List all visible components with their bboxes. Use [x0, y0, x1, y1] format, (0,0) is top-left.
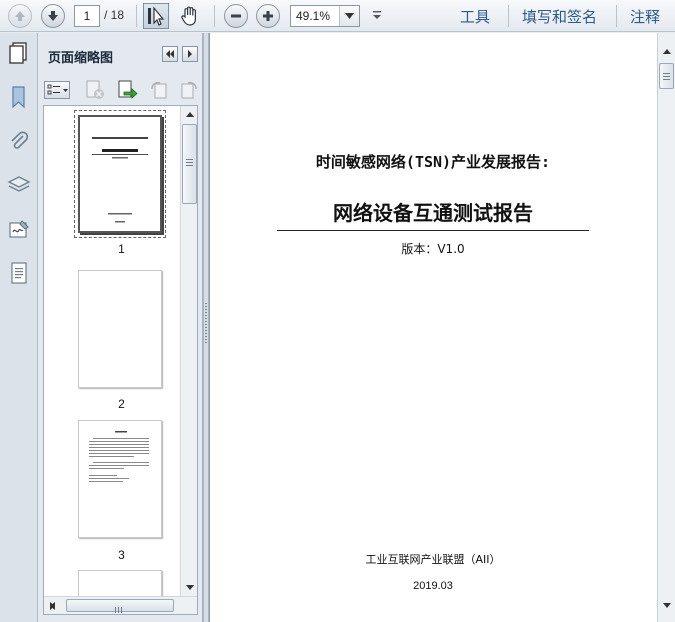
rotate-left-button[interactable] — [148, 79, 170, 101]
panel-toolbar — [38, 77, 203, 103]
scrollbar-thumb[interactable] — [659, 63, 674, 89]
delete-page-button[interactable] — [84, 79, 106, 101]
insert-page-icon — [118, 80, 138, 99]
report-version: 版本：V1.0 — [401, 242, 465, 256]
document-page: 时间敏感网络(TSN)产业发展报告: 网络设备互通测试报告 版本：V1.0 工业… — [209, 33, 657, 622]
document-vertical-scrollbar[interactable] — [657, 33, 675, 622]
thumbnails-list: 1 2 3 — [43, 105, 198, 615]
splitter-grip — [205, 303, 207, 343]
delete-page-icon — [86, 80, 104, 99]
signatures-nav-button[interactable] — [7, 217, 31, 241]
double-chevron-left-icon — [166, 50, 174, 58]
hand-icon — [181, 6, 196, 26]
comment-link[interactable]: 注释 — [630, 6, 660, 27]
scroll-up-arrow-icon[interactable] — [658, 43, 675, 60]
rotate-left-icon — [151, 81, 167, 99]
chevron-right-icon — [188, 50, 192, 58]
arrow-up-icon — [8, 4, 32, 28]
select-tool-button[interactable] — [143, 3, 169, 29]
layers-nav-button[interactable] — [7, 173, 31, 197]
layers-icon — [7, 176, 31, 192]
thumbnail-preview — [92, 137, 148, 223]
panel-title: 页面缩略图 — [48, 51, 114, 66]
next-page-button[interactable] — [41, 4, 65, 28]
fill-and-sign-link[interactable]: 填写和签名 — [522, 6, 597, 27]
hand-tool-button[interactable] — [177, 3, 203, 29]
toolbar-divider — [508, 5, 509, 27]
thumbnails-vertical-scrollbar[interactable] — [180, 106, 197, 596]
panel-header: 页面缩略图 — [38, 33, 203, 75]
scroll-up-arrow-icon[interactable] — [181, 106, 197, 123]
title-underline — [277, 230, 589, 231]
expand-panel-button[interactable] — [182, 46, 198, 62]
navigation-pane — [0, 33, 38, 622]
pdf-reader-window: 1 / 18 49.1% 工具 填写和签名 注释 页面缩略图 1 2 3 时间敏… — [0, 0, 675, 622]
insert-page-button[interactable] — [116, 79, 138, 101]
previous-page-button[interactable] — [8, 4, 32, 28]
paperclip-icon — [11, 131, 29, 149]
thumbnail-number: 3 — [118, 548, 125, 562]
minus-icon — [224, 4, 248, 28]
report-series-title: 时间敏感网络(TSN)产业发展报告: — [315, 153, 551, 171]
thumbnail-page-2[interactable] — [78, 270, 162, 388]
toolbar-options-button[interactable] — [370, 8, 384, 24]
thumbnail-page-3[interactable] — [78, 420, 162, 538]
collapse-panel-button[interactable] — [162, 46, 178, 62]
thumbnails-horizontal-scrollbar[interactable] — [44, 596, 197, 614]
scrollbar-thumb[interactable] — [182, 124, 197, 204]
chevron-down-icon[interactable] — [339, 6, 359, 26]
cursor-icon — [148, 6, 165, 26]
page-thumbnails-panel: 页面缩略图 1 2 3 — [38, 33, 203, 622]
document-icon — [11, 262, 27, 284]
thumbnail-preview — [89, 431, 149, 482]
thumbnail-page-1[interactable] — [78, 115, 162, 233]
report-organization: 工业互联网产业联盟（AII） — [365, 553, 501, 566]
page-total-label: / 18 — [104, 8, 125, 22]
main-toolbar: 1 / 18 49.1% 工具 填写和签名 注释 — [0, 0, 675, 32]
attachments-nav-button[interactable] — [7, 129, 31, 153]
toolbar-divider — [214, 5, 215, 27]
thumbnail-number: 1 — [118, 242, 125, 256]
scroll-right-arrow-icon[interactable] — [44, 597, 61, 614]
page-number-input[interactable]: 1 — [74, 5, 100, 27]
toolbar-divider — [136, 5, 137, 27]
rotate-right-button[interactable] — [178, 79, 200, 101]
zoom-out-button[interactable] — [224, 4, 248, 28]
horizontal-scrollbar-thumb[interactable] — [66, 599, 174, 613]
toolbar-divider — [616, 5, 617, 27]
report-date: 2019.03 — [413, 580, 453, 592]
signature-icon — [9, 220, 29, 238]
zoom-level-value: 49.1% — [296, 9, 331, 23]
report-title: 网络设备互通测试报告 — [333, 201, 533, 225]
options-menu-button[interactable] — [44, 81, 70, 99]
arrow-down-icon — [41, 4, 65, 28]
bookmarks-nav-button[interactable] — [7, 85, 31, 109]
list-options-icon — [47, 84, 68, 95]
plus-icon — [256, 4, 280, 28]
content-nav-button[interactable] — [7, 261, 31, 285]
page-thumbnails-nav-button[interactable] — [7, 41, 31, 65]
bookmark-icon — [12, 86, 25, 109]
rotate-right-icon — [181, 81, 197, 99]
tools-link[interactable]: 工具 — [460, 6, 490, 27]
zoom-in-button[interactable] — [256, 4, 280, 28]
scroll-down-arrow-icon[interactable] — [181, 579, 197, 596]
thumbnail-number: 2 — [118, 397, 125, 411]
dropdown-arrow-icon — [373, 11, 381, 19]
pages-icon — [9, 42, 27, 64]
scroll-down-arrow-icon[interactable] — [658, 597, 675, 614]
zoom-level-select[interactable]: 49.1% — [290, 5, 360, 27]
